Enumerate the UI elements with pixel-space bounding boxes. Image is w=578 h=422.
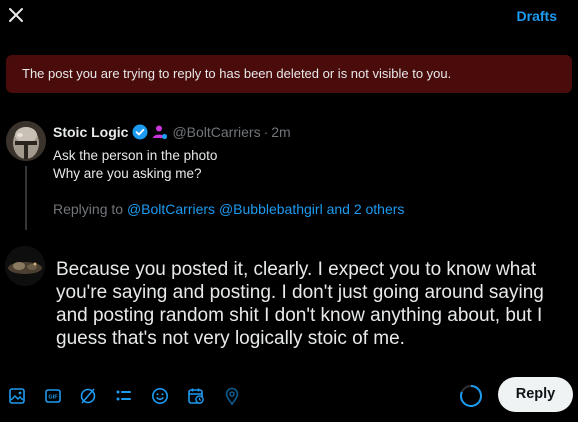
grok-icon[interactable] <box>78 386 98 406</box>
user-avatar-image <box>5 246 45 286</box>
others-link[interactable]: 2 others <box>354 201 405 217</box>
poll-icon[interactable] <box>114 386 134 406</box>
mention-link[interactable]: @BoltCarriers <box>127 201 215 217</box>
thread-line <box>25 166 27 230</box>
user-handle[interactable]: @BoltCarriers <box>172 124 260 140</box>
mention-link[interactable]: @Bubblebathgirl <box>219 201 323 217</box>
user-avatar[interactable] <box>5 246 45 286</box>
svg-text:GIF: GIF <box>48 394 58 400</box>
location-icon[interactable] <box>222 386 242 406</box>
schedule-icon[interactable] <box>186 386 206 406</box>
post-header: Stoic Logic @BoltCarriers · 2m <box>53 123 291 141</box>
replying-to: Replying to @BoltCarriers @Bubblebathgir… <box>53 201 404 217</box>
top-bar: Drafts <box>0 0 578 34</box>
helmet-avatar-image <box>6 121 46 161</box>
post-line: Why are you asking me? <box>53 166 202 181</box>
compose-textarea[interactable]: Because you posted it, clearly. I expect… <box>56 258 556 350</box>
compose-toolbar: GIF <box>0 378 578 412</box>
display-name[interactable]: Stoic Logic <box>53 124 128 140</box>
gif-icon[interactable]: GIF <box>43 386 63 406</box>
post-time[interactable]: 2m <box>271 124 290 140</box>
close-icon[interactable] <box>6 5 26 25</box>
affiliation-badge-icon <box>153 125 168 140</box>
verified-badge-icon <box>132 124 148 140</box>
replying-prefix: Replying to <box>53 201 127 217</box>
drafts-button[interactable]: Drafts <box>517 8 557 24</box>
separator-dot: · <box>263 124 269 140</box>
deleted-post-banner: The post you are trying to reply to has … <box>6 55 572 93</box>
reply-button[interactable]: Reply <box>498 377 573 412</box>
replying-and[interactable]: and <box>323 201 354 217</box>
banner-text: The post you are trying to reply to has … <box>22 66 452 81</box>
character-count-progress <box>460 385 482 407</box>
image-icon[interactable] <box>7 386 27 406</box>
emoji-icon[interactable] <box>150 386 170 406</box>
post-text: Ask the person in the photo Why are you … <box>53 147 217 183</box>
post-line: Ask the person in the photo <box>53 148 218 163</box>
avatar[interactable] <box>6 121 46 161</box>
